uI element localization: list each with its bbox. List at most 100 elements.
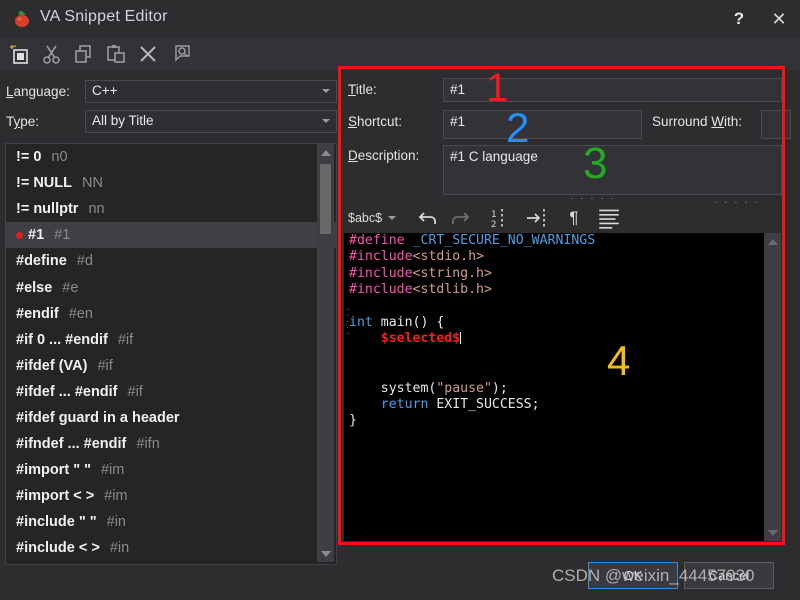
list-item-shortcut: #in — [106, 514, 126, 531]
delete-icon[interactable] — [136, 42, 160, 66]
list-item-title: #else — [16, 279, 53, 296]
scroll-up-icon[interactable] — [764, 233, 781, 250]
code-token: system( — [349, 380, 437, 396]
snippet-list-scrollbar[interactable] — [317, 144, 334, 562]
list-item-title: #endif — [16, 305, 59, 322]
code-token: #include — [349, 282, 413, 298]
list-item[interactable]: #if 0 ... #endif #if — [6, 327, 336, 353]
list-item-shortcut: #im — [100, 462, 125, 479]
list-item-title: #ifdef ... #endif — [16, 383, 118, 400]
list-item-title: #ifdef guard in a header — [16, 409, 180, 426]
title-value: #1 — [450, 82, 466, 97]
copy-icon[interactable] — [72, 42, 96, 66]
code-line: #include<stdio.h> — [344, 249, 764, 265]
code-line: int main() { — [344, 315, 764, 331]
title-bar: VA Snippet Editor ? ✕ — [0, 0, 800, 38]
list-item[interactable]: != 0 n0 — [6, 144, 336, 170]
list-item[interactable]: #ifdef guard in a header — [6, 405, 336, 431]
code-token: EXIT_SUCCESS; — [428, 397, 540, 413]
list-item-title: #import " " — [16, 462, 91, 479]
code-token: int — [349, 315, 373, 331]
code-token: return — [380, 397, 429, 413]
code-token: ); — [491, 380, 508, 396]
list-item-shortcut: #if — [97, 357, 113, 374]
text-caret — [460, 332, 462, 345]
cut-icon[interactable] — [40, 42, 64, 66]
variable-dropdown-button[interactable]: $abc$ — [348, 205, 406, 231]
scroll-up-icon[interactable] — [317, 144, 334, 161]
code-gutter-marker: · · · · · — [346, 304, 349, 338]
list-item[interactable]: #else #e — [6, 274, 336, 300]
type-label: Type: — [6, 114, 40, 129]
scroll-down-icon[interactable] — [764, 524, 781, 541]
annotation-number-3: 3 — [583, 139, 608, 188]
line-numbers-icon[interactable]: 1 2 — [489, 205, 513, 231]
code-token: $selected$ — [380, 331, 461, 347]
scrollbar-thumb[interactable] — [320, 164, 331, 234]
code-line: #include<string.h> — [344, 266, 764, 282]
editor-splitter-handle[interactable]: · · · · · — [714, 197, 760, 208]
code-token: #define — [349, 233, 413, 248]
list-item[interactable]: #endif #en — [6, 301, 336, 327]
code-token: "pause" — [436, 380, 492, 396]
language-label: Language: — [6, 84, 70, 99]
new-snippet-icon[interactable] — [8, 42, 32, 66]
list-item[interactable]: != nullptr nn — [6, 196, 336, 222]
scroll-down-icon[interactable] — [317, 545, 334, 562]
list-item[interactable]: #include " " #in — [6, 509, 336, 535]
list-item-title: #import < > — [16, 488, 95, 505]
shortcut-label: Shortcut: — [348, 114, 403, 129]
title-label: Title: — [348, 82, 377, 97]
code-line: #include<stdlib.h> — [344, 282, 764, 298]
language-select[interactable]: C++ — [85, 80, 337, 103]
list-item[interactable]: #1 #1 — [6, 222, 336, 249]
snippet-code-editor[interactable]: #define _CRT_SECURE_NO_WARNINGS #include<… — [344, 233, 764, 541]
list-item[interactable]: #include < > #in — [6, 535, 336, 561]
list-item[interactable]: #import " " #im — [6, 457, 336, 483]
code-token: main() { — [372, 315, 445, 331]
shortcut-input[interactable]: #1 — [443, 110, 642, 139]
code-token: } — [349, 413, 357, 429]
va-snippet-editor-window: VA Snippet Editor ? ✕ Language: C++ Type… — [0, 0, 800, 600]
surround-with-input[interactable] — [761, 110, 791, 139]
code-token: <stdlib.h> — [412, 282, 492, 298]
find-icon[interactable] — [170, 42, 194, 66]
list-item[interactable]: #ifdef ... #endif #if — [6, 379, 336, 405]
list-item-title: #define — [16, 253, 67, 270]
list-item[interactable]: #import < > #im — [6, 483, 336, 509]
list-item-shortcut: NN — [81, 175, 103, 192]
close-button[interactable]: ✕ — [766, 6, 792, 32]
code-token: <string.h> — [412, 265, 492, 281]
list-item-title: #ifndef ... #endif — [16, 436, 127, 453]
description-input[interactable]: #1 C language — [443, 145, 782, 195]
indent-icon[interactable] — [524, 205, 548, 231]
list-item-shortcut: #d — [76, 253, 93, 270]
list-item-shortcut: n0 — [51, 149, 68, 166]
annotation-number-2: 2 — [506, 104, 530, 151]
list-item-shortcut: #1 — [54, 227, 71, 244]
list-item-title: #include " " — [16, 514, 97, 531]
list-item[interactable]: #ifndef ... #endif #ifn — [6, 431, 336, 457]
list-item-title: != 0 — [16, 149, 42, 166]
help-button[interactable]: ? — [726, 6, 752, 32]
list-item-shortcut: nn — [88, 201, 105, 218]
list-item[interactable]: != NULL NN — [6, 170, 336, 196]
undo-icon[interactable] — [416, 205, 440, 231]
list-item-shortcut: #en — [68, 305, 93, 322]
paste-icon[interactable] — [104, 42, 128, 66]
list-item[interactable]: #pragma#p — [6, 562, 336, 565]
wrap-lines-icon[interactable] — [596, 205, 622, 231]
list-item[interactable]: #ifdef (VA) #if — [6, 353, 336, 379]
redo-icon[interactable] — [448, 205, 472, 231]
splitter-handle[interactable]: · · · · · — [570, 193, 616, 204]
pilcrow-icon[interactable]: ¶ — [562, 205, 586, 231]
list-item[interactable]: #define #d — [6, 248, 336, 274]
code-line: $selected$ — [344, 331, 764, 347]
list-item-shortcut: #ifn — [136, 436, 160, 453]
type-select[interactable]: All by Title — [85, 110, 337, 133]
snippet-list[interactable]: != 0 n0 != NULL NN != nullptr nn #1 #1 #define #d… — [5, 143, 337, 565]
code-editor-scrollbar[interactable] — [764, 233, 781, 541]
